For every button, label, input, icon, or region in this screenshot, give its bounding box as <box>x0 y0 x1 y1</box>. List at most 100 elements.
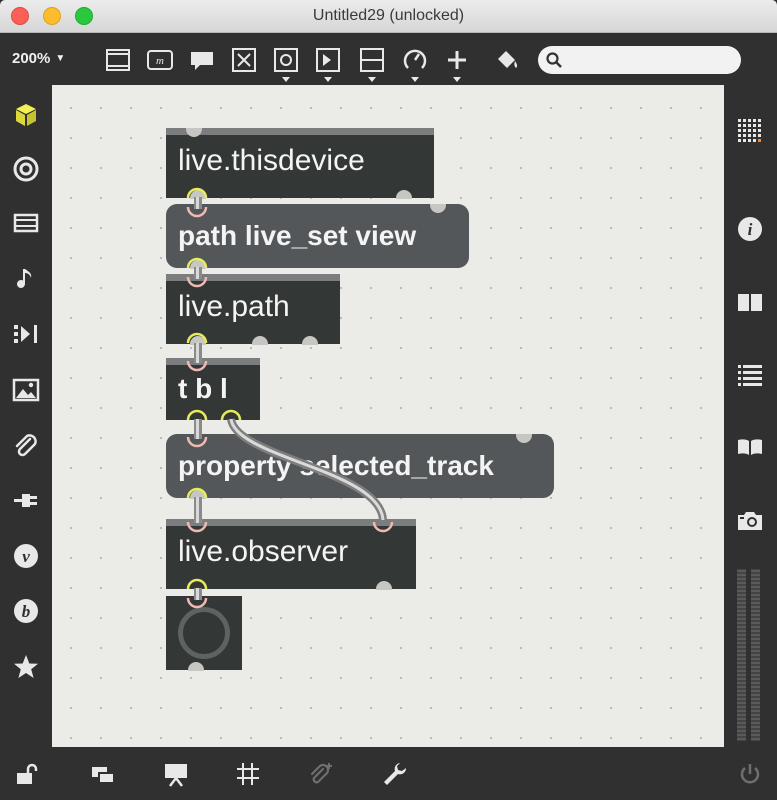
live-observer-object[interactable]: live.observer <box>166 519 416 590</box>
plus-icon <box>448 51 466 69</box>
power-icon[interactable] <box>736 760 764 788</box>
meter-segment <box>737 630 746 632</box>
chevron-down-icon[interactable] <box>282 77 290 82</box>
wrench-icon[interactable] <box>380 760 408 788</box>
star-icon[interactable] <box>10 651 42 683</box>
camera-icon[interactable] <box>735 505 765 535</box>
meter-segment <box>751 606 760 608</box>
list-icon[interactable] <box>735 360 765 390</box>
meter-segment <box>737 682 746 684</box>
outlet[interactable] <box>376 581 392 590</box>
windows-icon[interactable] <box>89 760 117 788</box>
meter-segment <box>737 714 746 716</box>
slider-tool[interactable] <box>357 45 387 75</box>
meter-segment <box>751 586 760 588</box>
number-box-icon <box>316 48 340 72</box>
vizzie-icon[interactable]: v <box>10 540 42 572</box>
book-icon[interactable] <box>735 432 765 462</box>
path-live-set-view-message[interactable]: path live_set view <box>166 204 469 269</box>
object-text: live.thisdevice <box>178 144 365 177</box>
paint-bucket-tool[interactable] <box>492 45 522 75</box>
meter-segment <box>751 710 760 712</box>
browser-icon[interactable] <box>10 207 42 239</box>
meter-segment <box>751 690 760 692</box>
live-path-object[interactable]: live.path <box>166 274 340 345</box>
meter-segment <box>751 678 760 680</box>
meter-segment <box>751 578 760 580</box>
toggle-icon <box>274 48 298 72</box>
property-selected-track-message[interactable]: property selected_track <box>166 434 554 499</box>
meter-segment <box>737 602 746 604</box>
meter-segment <box>751 574 760 576</box>
info-icon[interactable]: i <box>735 214 765 244</box>
meter-segment <box>751 698 760 700</box>
dial-ring[interactable] <box>178 607 230 659</box>
inlet[interactable] <box>430 204 446 213</box>
meter-segment <box>737 718 746 720</box>
music-note-icon[interactable] <box>10 263 42 295</box>
object-box-tool[interactable] <box>103 45 133 75</box>
search-box[interactable] <box>538 46 741 74</box>
meter-segment <box>751 590 760 592</box>
presentation-icon[interactable] <box>162 760 190 788</box>
paperclip-add-icon[interactable] <box>307 760 335 788</box>
grid-snap-icon[interactable] <box>234 760 262 788</box>
meter-segment <box>751 682 760 684</box>
outlet[interactable] <box>302 336 318 345</box>
message-text: path live_set view <box>178 220 417 251</box>
chevron-down-icon[interactable] <box>324 77 332 82</box>
meter-segment <box>737 570 746 572</box>
search-input[interactable] <box>570 50 730 70</box>
dial-tool[interactable] <box>400 45 430 75</box>
meter-segment <box>751 694 760 696</box>
meter-segment <box>737 634 746 636</box>
inlet[interactable] <box>186 128 202 137</box>
lock-icon[interactable] <box>12 760 40 788</box>
meter-segment <box>751 614 760 616</box>
button-tool[interactable] <box>229 45 259 75</box>
meter-segment <box>737 638 746 640</box>
paperclip-icon[interactable] <box>10 430 42 462</box>
number-tool[interactable] <box>313 45 343 75</box>
toggle-tool[interactable] <box>271 45 301 75</box>
svg-text:b: b <box>22 602 31 621</box>
meter-segment <box>737 706 746 708</box>
slider-icon <box>360 48 384 72</box>
outlet[interactable] <box>252 336 268 345</box>
outlet[interactable] <box>190 260 206 269</box>
beap-icon[interactable]: b <box>10 595 42 627</box>
trigger-object[interactable]: t b l <box>166 358 260 420</box>
outlet[interactable] <box>190 336 206 345</box>
meter-segment <box>737 578 746 580</box>
outlet[interactable] <box>396 190 412 199</box>
meter-segment <box>737 702 746 704</box>
meter-segment <box>751 582 760 584</box>
live-thisdevice-object[interactable]: live.thisdevice <box>166 128 434 199</box>
meter-segment <box>751 570 760 572</box>
chevron-down-icon[interactable] <box>453 77 461 82</box>
meter-segment <box>751 594 760 596</box>
chevron-down-icon[interactable] <box>368 77 376 82</box>
outlet[interactable] <box>190 190 206 199</box>
sequencer-icon[interactable] <box>10 318 42 350</box>
new-object-tool[interactable] <box>442 45 472 75</box>
comment-tool[interactable] <box>187 45 217 75</box>
chevron-down-icon[interactable] <box>411 77 419 82</box>
outlet[interactable] <box>188 662 204 671</box>
zoom-menu[interactable]: 200% ▼ <box>12 50 65 67</box>
target-icon[interactable] <box>10 153 42 185</box>
plug-icon[interactable] <box>10 485 42 517</box>
message-box-tool[interactable]: m <box>145 45 175 75</box>
meter-segment <box>737 738 746 740</box>
package-cube-icon[interactable] <box>10 99 42 131</box>
meter-segment <box>737 730 746 732</box>
image-icon[interactable] <box>10 374 42 406</box>
meter-segment <box>737 690 746 692</box>
live-dial-object[interactable] <box>166 596 242 671</box>
reference-icon[interactable] <box>735 288 765 318</box>
grid-icon[interactable] <box>735 116 765 146</box>
meter-segment <box>751 734 760 736</box>
outlet[interactable] <box>190 490 206 499</box>
meter-segment <box>737 734 746 736</box>
inlet[interactable] <box>516 434 532 443</box>
